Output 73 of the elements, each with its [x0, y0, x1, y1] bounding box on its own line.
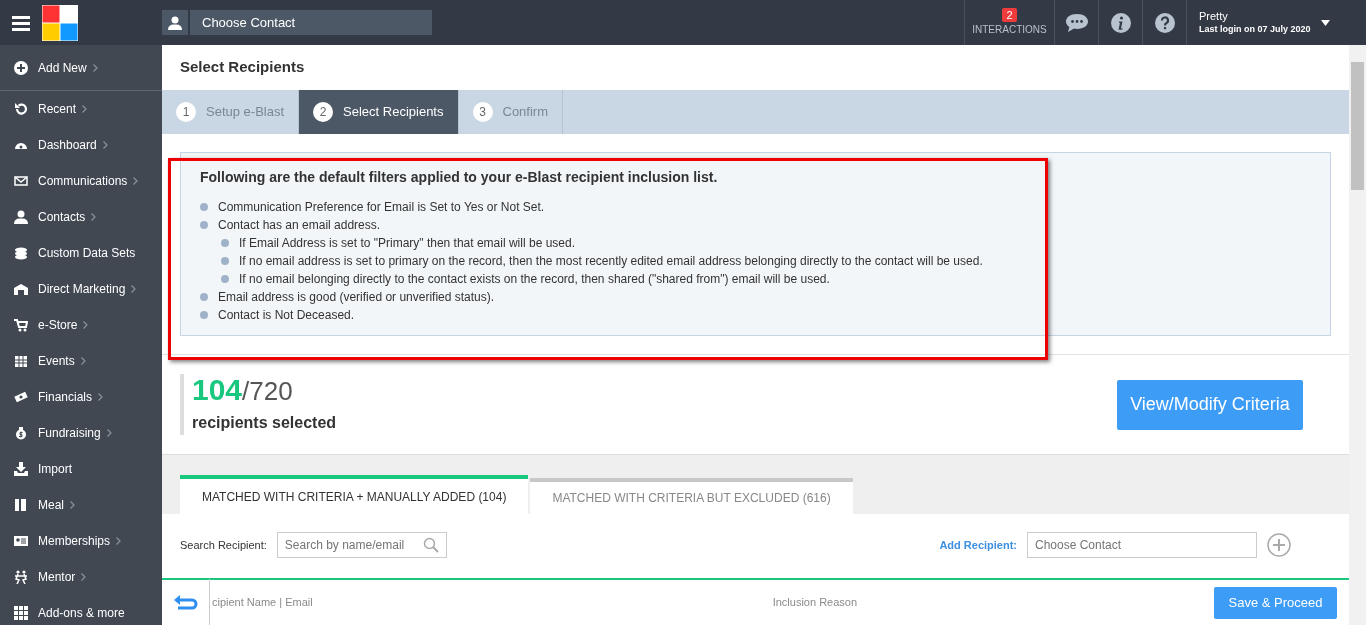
download-icon: [14, 462, 28, 476]
user-icon: [168, 15, 182, 30]
caret-icon: [1320, 19, 1330, 26]
notification-badge: 2: [1002, 8, 1017, 22]
money-icon: [14, 390, 28, 404]
envelope-icon: [14, 174, 28, 188]
bullet-icon: [221, 257, 229, 265]
bullet-icon: [200, 311, 208, 319]
info-icon[interactable]: [1110, 12, 1131, 33]
filter-text: Email address is good (verified or unverified status).: [218, 289, 495, 306]
help-icon[interactable]: [1154, 12, 1175, 33]
grid-icon: [14, 606, 28, 620]
contact-field[interactable]: Choose Contact: [1027, 532, 1257, 558]
step-number: 3: [472, 102, 493, 122]
step-number: 1: [176, 102, 196, 122]
step-number: 2: [313, 102, 334, 122]
add-recipient-label: Add Recipient:: [939, 537, 1017, 553]
money-bag-icon: [14, 426, 28, 440]
back-arrow-icon[interactable]: [173, 594, 198, 611]
sidebar-item[interactable]: Import: [0, 451, 162, 487]
filter-text: Contact is Not Deceased.: [218, 307, 355, 324]
sidebar-item[interactable]: Direct Marketing: [0, 271, 162, 307]
filter-text: If Email Address is set to "Primary" then that email will be used.: [239, 235, 575, 252]
user-name: Pretty: [1199, 9, 1229, 23]
filter-text: Contact has an email address.: [218, 217, 381, 234]
sidebar-item[interactable]: Meal: [0, 487, 162, 523]
recipient-tab[interactable]: MATCHED WITH CRITERIA BUT EXCLUDED (616): [530, 478, 853, 514]
bullet-icon: [200, 221, 208, 229]
search-field[interactable]: Search by name/email: [276, 532, 447, 558]
total-count: /720: [242, 375, 293, 407]
filter-text: If no email address is set to primary on the record, then the most recently edited email address belonging directly to the contact will be used.: [239, 253, 983, 270]
sidebar-item[interactable]: Communications: [0, 163, 162, 199]
column-header: Inclusion Reason: [772, 595, 858, 611]
house-icon: [14, 282, 28, 296]
plus-circle-icon: [14, 60, 28, 75]
sidebar-item[interactable]: Recent: [0, 91, 162, 127]
sidebar-item[interactable]: Fundraising: [0, 415, 162, 451]
recipient-tab[interactable]: MATCHED WITH CRITERIA + MANUALLY ADDED (104): [180, 475, 529, 514]
selected-count: 104: [192, 374, 243, 406]
sidebar-item[interactable]: Add-ons & more: [0, 595, 162, 625]
sidebar-item[interactable]: Custom Data Sets: [0, 235, 162, 271]
id-card-icon: [14, 534, 28, 548]
sidebar-item[interactable]: Memberships: [0, 523, 162, 559]
undo-icon: [14, 102, 28, 116]
filter-text: If no email belonging directly to the contact exists on the record, then shared ("shared from") email will be used.: [239, 271, 830, 288]
cart-icon: [14, 318, 28, 332]
sidebar-item[interactable]: e-Store: [0, 307, 162, 343]
filter-text: Communication Preference for Email is Set to Yes or Not Set.: [218, 199, 545, 216]
bullet-icon: [200, 203, 208, 211]
sidebar-item[interactable]: Mentor: [0, 559, 162, 595]
bullet-icon: [221, 275, 229, 283]
menu-icon[interactable]: [12, 14, 30, 31]
stack-icon: [14, 246, 28, 260]
step-tab[interactable]: 2 Select Recipients: [299, 90, 459, 134]
sidebar-item[interactable]: Contacts: [0, 199, 162, 235]
search-label: Search Recipient:: [180, 537, 267, 553]
sidebar-item[interactable]: Events: [0, 343, 162, 379]
sidebar-item[interactable]: Dashboard: [0, 127, 162, 163]
chat-icon[interactable]: [1064, 11, 1089, 34]
bullet-icon: [221, 239, 229, 247]
step-tab[interactable]: 3 Confirm: [458, 90, 563, 134]
contact-field[interactable]: Choose Contact: [190, 10, 432, 35]
column-header: cipient Name | Email: [212, 595, 313, 611]
user-icon: [14, 210, 28, 224]
last-login-text: Last login on 07 July 2020: [1199, 22, 1311, 36]
logo-icon: [42, 4, 78, 41]
bullet-icon: [200, 293, 208, 301]
filters-title: Following are the default filters applied to your e-Blast recipient inclusion list.: [200, 168, 718, 187]
people-icon: [14, 570, 28, 584]
scrollbar[interactable]: [1349, 45, 1366, 625]
page-title: Select Recipients: [179, 57, 305, 78]
sidebar-item[interactable]: Financials: [0, 379, 162, 415]
count-caption: recipients selected: [192, 413, 337, 433]
